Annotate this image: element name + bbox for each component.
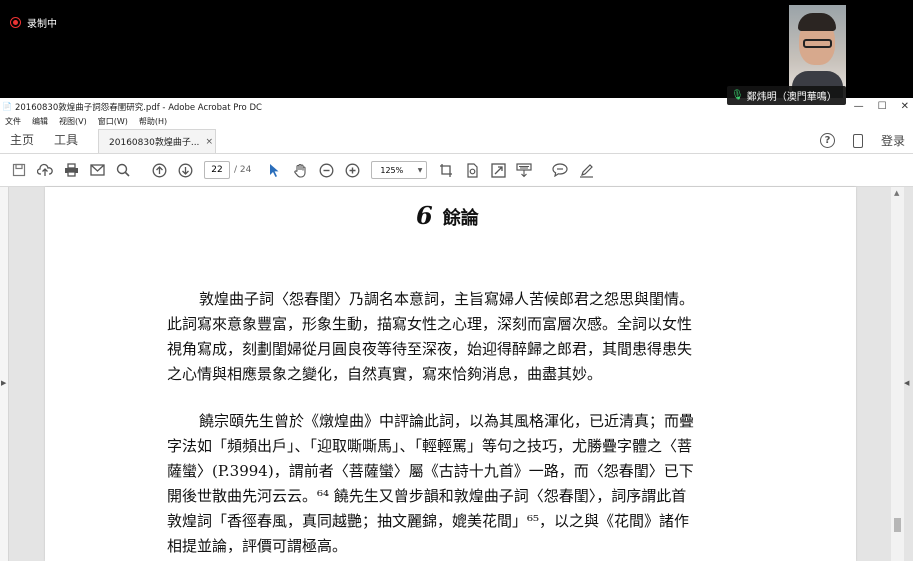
keyboard-icon[interactable] (511, 157, 537, 183)
page-number-input[interactable]: 22 (204, 161, 230, 179)
tab-tools[interactable]: 工具 (44, 126, 88, 153)
comment-icon[interactable] (547, 157, 573, 183)
print-icon[interactable] (58, 157, 84, 183)
menu-edit[interactable]: 编辑 (32, 116, 48, 127)
pdf-page[interactable]: 6 餘論 敦煌曲子詞〈怨春閨〉乃調名本意詞，主旨寫婦人苦候郎君之怨思與閨情。 此… (45, 187, 856, 561)
signin-button[interactable]: 登录 (881, 132, 905, 149)
participant-name: 鄭炜明（澳門華鳴） (746, 92, 837, 103)
window-title: 20160830敦煌曲子詞怨春閨研究.pdf - Adobe Acrobat P… (14, 102, 262, 113)
mobile-link-icon[interactable] (852, 133, 863, 148)
zoom-in-icon[interactable] (339, 157, 365, 183)
recording-indicator: 录制中 (10, 15, 57, 30)
menu-bar: 文件 编辑 视图(V) 窗口(W) 帮助(H) (0, 115, 913, 127)
participant-name-tag: 🎙 鄭炜明（澳門華鳴） (727, 86, 846, 105)
save-icon[interactable] (6, 157, 32, 183)
text-line: 之心情與相應景象之變化，自然真實，寫來恰夠消息，曲盡其妙。 (167, 365, 603, 383)
tab-home[interactable]: 主页 (0, 126, 44, 153)
menu-help[interactable]: 帮助(H) (139, 116, 167, 127)
page-up-icon[interactable] (146, 157, 172, 183)
document-view[interactable]: ▶ 6 餘論 敦煌曲子詞〈怨春閨〉乃調名本意詞，主旨寫婦人苦候郎君之怨思與閨情。… (0, 187, 913, 561)
zoom-value: 125% (380, 165, 404, 175)
tab-bar-right: ? 登录 (819, 127, 905, 154)
minimize-button[interactable]: — (854, 101, 864, 112)
left-panel-toggle[interactable]: ▶ (0, 187, 9, 561)
window-controls: — ☐ ✕ (854, 98, 909, 115)
toolbar: 22 / 24 125% ▼ (0, 154, 913, 187)
microphone-icon: 🎙 (731, 90, 744, 101)
participant-video[interactable] (789, 5, 846, 98)
upload-icon[interactable] (32, 157, 58, 183)
menu-view[interactable]: 视图(V) (59, 116, 87, 127)
paragraph-2: 饒宗頤先生曾於《燉煌曲》中評論此詞，以為其風格渾化，已近清真；而疊 字法如「頻頻… (167, 409, 734, 559)
maximize-button[interactable]: ☐ (878, 101, 887, 112)
chevron-down-icon: ▼ (417, 166, 423, 174)
chapter-title: 餘論 (442, 208, 479, 229)
text-line: 字法如「頻頻出戶」、「迎取嘶嘶馬」、「輕輕罵」等句之技巧，尤勝疊字體之〈菩 (167, 437, 693, 455)
meeting-top-bar: 录制中 (0, 0, 913, 98)
rotate-icon[interactable] (459, 157, 485, 183)
text-line: 饒宗頤先生曾於《燉煌曲》中評論此詞，以為其風格渾化，已近清真；而疊 (199, 412, 695, 430)
text-line: 敦煌曲子詞〈怨春閨〉乃調名本意詞，主旨寫婦人苦候郎君之怨思與閨情。 (199, 290, 695, 308)
recording-label: 录制中 (27, 19, 57, 30)
expand-right-icon[interactable]: ◀ (904, 379, 909, 387)
close-window-button[interactable]: ✕ (901, 101, 909, 112)
chapter-heading: 6 餘論 (416, 201, 479, 230)
pdf-file-icon: 📄 (2, 102, 12, 111)
tab-close-button[interactable]: × (205, 137, 213, 147)
tab-document-label: 20160830敦煌曲子... (109, 138, 200, 148)
record-icon (10, 17, 21, 28)
page-total: / 24 (234, 165, 252, 175)
crop-icon[interactable] (433, 157, 459, 183)
acrobat-window: 📄 20160830敦煌曲子詞怨春閨研究.pdf - Adobe Acrobat… (0, 98, 913, 561)
menu-window[interactable]: 窗口(W) (98, 116, 128, 127)
search-icon[interactable] (110, 157, 136, 183)
email-icon[interactable] (84, 157, 110, 183)
expand-left-icon: ▶ (1, 379, 7, 387)
help-icon[interactable]: ? (819, 133, 835, 148)
chapter-number: 6 (416, 201, 433, 230)
fit-page-icon[interactable] (485, 157, 511, 183)
text-line: 薩蠻〉(P.3994)，謂前者〈菩薩蠻〉屬《古詩十九首》一路，而〈怨春閨〉已下 (167, 462, 694, 480)
text-line: 開後世散曲先河云云。⁶⁴ 饒先生又曾步韻和敦煌曲子詞〈怨春閨〉，詞序謂此首 (167, 487, 687, 505)
tab-bar: 主页 工具 20160830敦煌曲子... × ? 登录 (0, 127, 913, 154)
zoom-out-icon[interactable] (313, 157, 339, 183)
vertical-scrollbar[interactable]: ▲ (891, 187, 904, 561)
page-down-icon[interactable] (172, 157, 198, 183)
hand-icon[interactable] (287, 157, 313, 183)
participant-glasses (803, 39, 832, 48)
select-pointer-icon[interactable] (261, 157, 287, 183)
text-line: 視角寫成，刻劃閨婦從月圓良夜等待至深夜，始迎得醉歸之郎君，其間患得患失 (167, 340, 693, 358)
tab-document[interactable]: 20160830敦煌曲子... × (98, 129, 217, 153)
text-line: 相提並論，評價可謂極高。 (167, 537, 348, 555)
zoom-select[interactable]: 125% ▼ (371, 161, 428, 179)
paragraph-1: 敦煌曲子詞〈怨春閨〉乃調名本意詞，主旨寫婦人苦候郎君之怨思與閨情。 此詞寫來意象… (167, 287, 734, 387)
text-line: 此詞寫來意象豐富，形象生動，描寫女性之心理，深刻而富層次感。全詞以女性 (167, 315, 693, 333)
scrollbar-thumb[interactable] (894, 518, 901, 532)
sign-icon[interactable] (573, 157, 599, 183)
menu-file[interactable]: 文件 (5, 116, 21, 127)
scroll-up-icon[interactable]: ▲ (894, 189, 899, 197)
participant-hair (798, 13, 836, 31)
text-line: 敦煌詞「香徑春風，真同越艷；抽文麗錦，媲美花間」⁶⁵，以之與《花間》諸作 (167, 512, 690, 530)
